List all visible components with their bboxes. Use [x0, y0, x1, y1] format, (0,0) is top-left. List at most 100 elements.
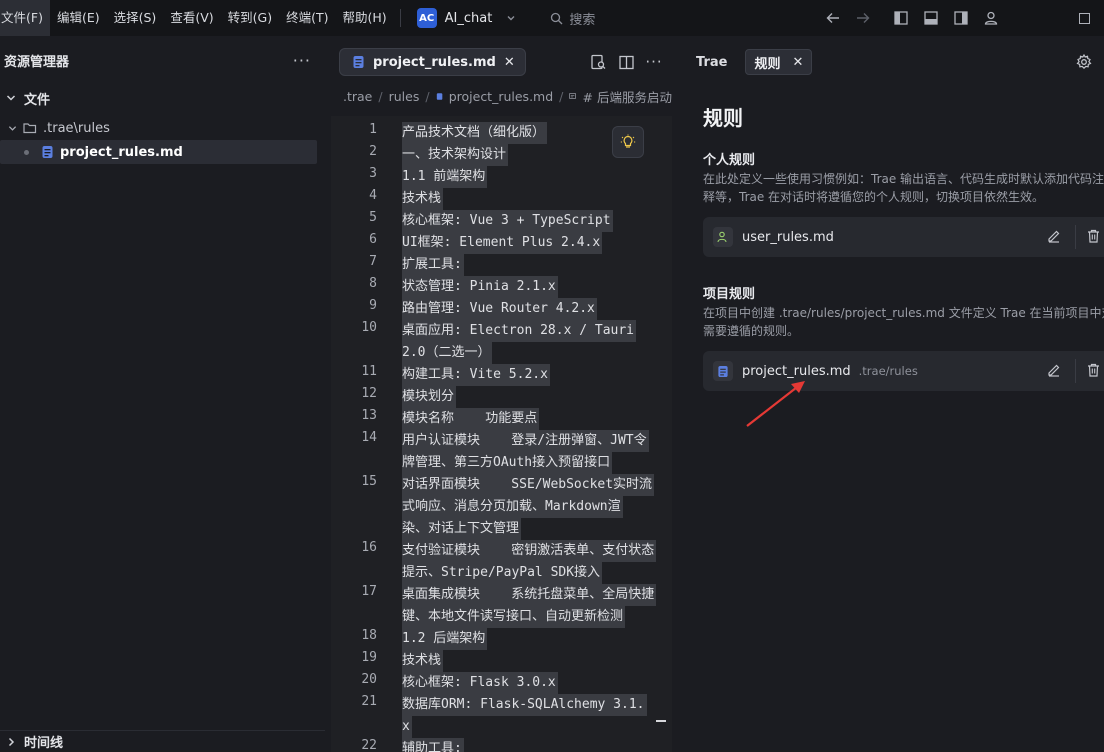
line-text-content: 支付验证模块 密钥激活表单、支付状态: [402, 540, 657, 562]
line-number: 4: [369, 188, 377, 203]
user-rules-card[interactable]: user_rules.md: [703, 217, 1104, 257]
line-number: 22: [361, 738, 377, 752]
line-number: 15: [361, 474, 377, 489]
breadcrumb-item[interactable]: .trae: [343, 89, 372, 104]
line-number: 19: [361, 650, 377, 665]
chevron-down-icon: [507, 16, 515, 21]
explorer-header: 资源管理器 ···: [0, 40, 325, 80]
line-text: 路由管理: Vue Router 4.2.x: [402, 298, 597, 320]
line-text-content: 数据库ORM: Flask-SQLAlchemy 3.1.: [402, 694, 647, 716]
line-text: 牌管理、第三方OAuth接入预留接口: [402, 452, 613, 474]
close-icon[interactable]: ✕: [504, 55, 515, 70]
close-icon[interactable]: ✕: [792, 55, 803, 70]
menu-file[interactable]: 文件(F): [0, 0, 50, 36]
menu-view[interactable]: 查看(V): [163, 0, 220, 36]
window-controls: [818, 0, 1104, 36]
line-number: 16: [361, 540, 377, 555]
breadcrumb-item[interactable]: rules: [389, 89, 420, 104]
files-section-header[interactable]: 文件: [0, 80, 325, 116]
timeline-section-header[interactable]: 时间线: [0, 730, 325, 752]
edit-icon[interactable]: [1047, 363, 1061, 381]
line-text: UI框架: Element Plus 2.4.x: [402, 232, 603, 254]
divider: [1075, 225, 1076, 249]
divider: [1075, 359, 1076, 383]
personal-desc-line-2: 释等，Trae 在对话时将遵循您的个人规则，切换项目依然生效。: [703, 190, 1045, 204]
tab-label: project_rules.md: [373, 54, 496, 70]
menu-edit[interactable]: 编辑(E): [50, 0, 107, 36]
tab-project-rules[interactable]: project_rules.md ✕: [339, 48, 526, 76]
divider: [399, 9, 401, 27]
line-text-content: 1.1 前端架构: [402, 166, 488, 188]
split-editor-icon[interactable]: [616, 52, 636, 72]
symbol-string-icon: [569, 93, 577, 99]
breadcrumb-item[interactable]: project_rules.md: [449, 89, 553, 104]
line-text: 染、对话上下文管理: [402, 518, 522, 540]
line-text-content: 构建工具: Vite 5.2.x: [402, 364, 550, 386]
forward-arrow-icon[interactable]: [848, 0, 878, 36]
maximize-icon[interactable]: [1064, 0, 1104, 36]
tab-trae[interactable]: Trae: [696, 55, 727, 70]
line-number: 6: [369, 232, 377, 247]
menu-terminal[interactable]: 终端(T): [279, 0, 335, 36]
personal-rules-title: 个人规则: [703, 153, 756, 168]
tab-rules[interactable]: 规则 ✕: [745, 49, 813, 75]
toggle-bottom-panel-icon[interactable]: [916, 0, 946, 36]
file-name: project_rules.md: [60, 144, 183, 160]
account-icon[interactable]: [976, 0, 1006, 36]
more-actions-icon[interactable]: ···: [644, 52, 664, 72]
line-text-content: 桌面应用: Electron 28.x / Tauri: [402, 320, 637, 342]
file-row-project-rules[interactable]: project_rules.md: [0, 140, 317, 164]
markdown-file-icon: [353, 56, 364, 68]
line-number: 5: [369, 210, 377, 225]
search-placeholder: 搜索: [569, 12, 596, 28]
project-name: AI_chat: [444, 10, 493, 26]
file-bullet: [24, 149, 29, 155]
project-switcher[interactable]: AC AI_chat: [411, 8, 523, 28]
menu-help[interactable]: 帮助(H): [335, 0, 393, 36]
project-rules-description: 在项目中创建 .trae/rules/project_rules.md 文件定义…: [703, 304, 1104, 340]
search-icon: [551, 12, 563, 24]
folder-row[interactable]: .trae\rules: [0, 116, 325, 140]
trash-icon[interactable]: [1087, 363, 1100, 381]
annotation-arrow-icon: [746, 381, 805, 427]
search-input[interactable]: 搜索: [550, 9, 595, 28]
toggle-right-panel-icon[interactable]: [946, 0, 976, 36]
user-file-icon: [713, 227, 733, 247]
timeline-label: 时间线: [24, 736, 64, 751]
edit-icon[interactable]: [1047, 229, 1061, 247]
menu-bar: 文件(F) 编辑(E) 选择(S) 查看(V) 转到(G) 终端(T) 帮助(H…: [0, 0, 394, 36]
line-text: 支付验证模块 密钥激活表单、支付状态: [402, 540, 657, 562]
line-text: 技术栈: [402, 650, 444, 672]
line-text-content: 桌面集成模块 系统托盘菜单、全局快捷: [402, 584, 657, 606]
line-number: 14: [361, 430, 377, 445]
trash-icon[interactable]: [1087, 229, 1100, 247]
project-rules-title: 项目规则: [703, 287, 756, 302]
chevron-down-icon: [8, 125, 17, 131]
line-number: 9: [369, 298, 377, 313]
personal-desc-line-1: 在此处定义一些使用习惯例如：Trae 输出语言、代码生成时默认添加代码注: [703, 172, 1104, 186]
editor-actions: ···: [588, 40, 664, 84]
gear-icon[interactable]: [1076, 53, 1092, 74]
line-number: 18: [361, 628, 377, 643]
breadcrumb-item[interactable]: # 后端服务启动: [583, 87, 672, 106]
project-rules-path: .trae/rules: [858, 364, 918, 378]
back-arrow-icon[interactable]: [818, 0, 848, 36]
page-title: 规则: [703, 106, 743, 130]
breadcrumb-separator: /: [559, 88, 564, 104]
line-number: 11: [361, 364, 377, 379]
line-text: 模块划分: [402, 386, 457, 408]
menu-selection[interactable]: 选择(S): [107, 0, 164, 36]
personal-rules-description: 在此处定义一些使用习惯例如：Trae 输出语言、代码生成时默认添加代码注 释等，…: [703, 170, 1104, 206]
open-preview-icon[interactable]: [588, 52, 608, 72]
line-text: 辅助工具:: [402, 738, 464, 752]
line-text: x: [402, 716, 412, 738]
code-editor[interactable]: 1 产品技术文档（细化版） 2 一、技术架构设计 3 1.1 前端架构 4 技术栈 5 核心框架:…: [331, 116, 672, 752]
toggle-left-panel-icon[interactable]: [886, 0, 916, 36]
minimize-icon[interactable]: [1024, 0, 1064, 36]
markdown-file-icon: [436, 92, 442, 100]
line-text: 键、本地文件读写接口、自动更新检测: [402, 606, 626, 628]
lightbulb-icon[interactable]: [612, 126, 644, 158]
menu-go[interactable]: 转到(G): [221, 0, 279, 36]
line-text: 模块名称 功能要点: [402, 408, 540, 430]
more-actions-icon[interactable]: ···: [293, 51, 311, 70]
